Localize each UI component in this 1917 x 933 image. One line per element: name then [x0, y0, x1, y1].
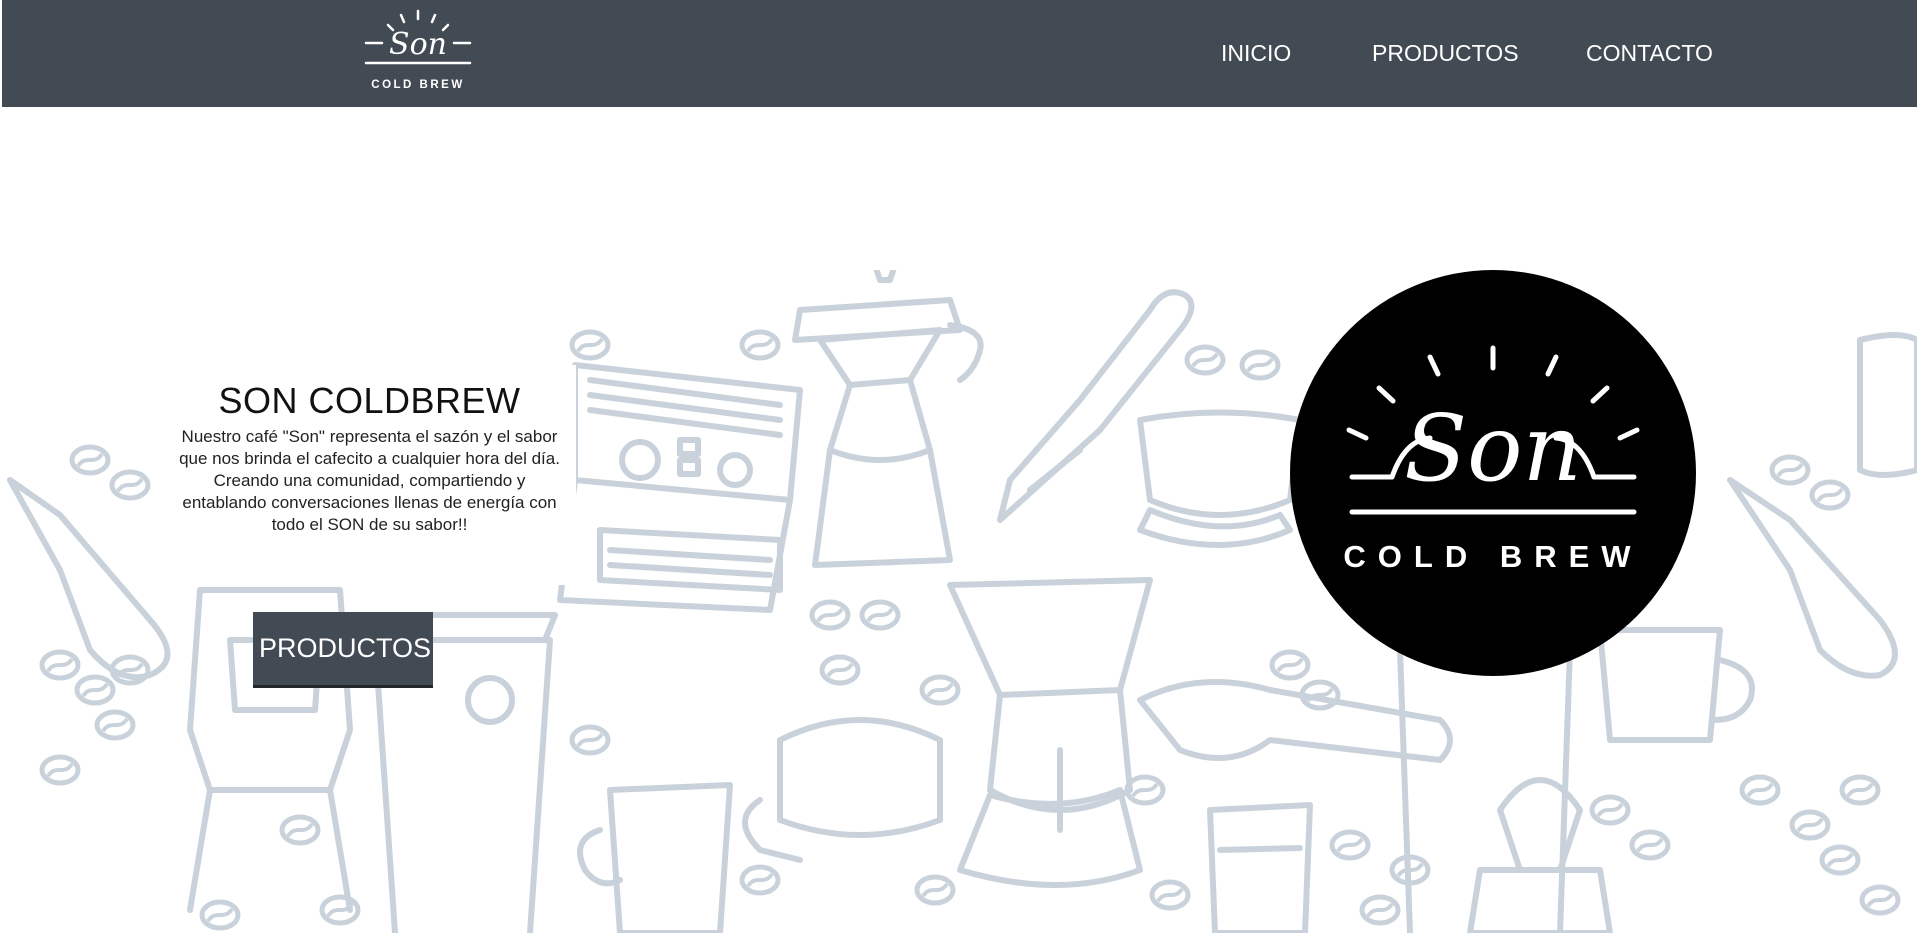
hero-title: SON COLDBREW	[218, 380, 521, 421]
brand-logo[interactable]: Son COLD BREW	[362, 8, 474, 94]
badge-script-text: Son	[1404, 395, 1582, 502]
intro-card: SON COLDBREW Nuestro café "Son" represen…	[163, 365, 576, 585]
hero-description: Nuestro café "Son" representa el sazón y…	[179, 427, 560, 534]
products-button[interactable]: PRODUCTOS	[253, 612, 433, 688]
brand-badge-logo: Son COLD BREW	[1290, 270, 1696, 676]
nav-link-contacto[interactable]: CONTACTO	[1586, 40, 1713, 67]
logo-script-text: Son	[389, 27, 447, 62]
badge-sub-text: COLD BREW	[1343, 539, 1642, 574]
nav-link-productos[interactable]: PRODUCTOS	[1372, 40, 1519, 67]
nav-link-inicio[interactable]: INICIO	[1221, 40, 1291, 67]
logo-sub-text: COLD BREW	[371, 79, 464, 91]
navbar: Son COLD BREW INICIO PRODUCTOS CONTACTO	[2, 0, 1917, 107]
